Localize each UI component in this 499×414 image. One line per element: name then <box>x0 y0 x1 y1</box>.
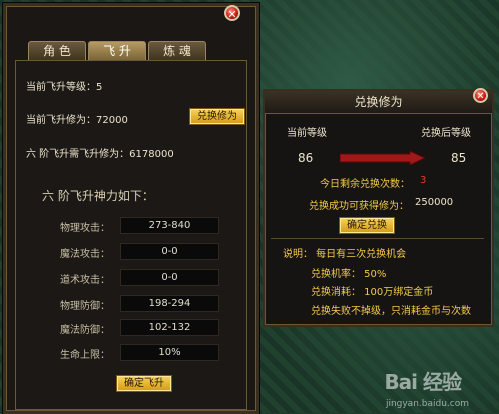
note-line: 兑换机率： 50% <box>311 269 387 280</box>
watermark-url: jingyan.baidu.com <box>385 399 469 409</box>
ascension-content: 当前飞升等级：5 当前飞升修为：72000 兑换修为 六 阶飞升需飞升修为：61… <box>15 60 247 410</box>
six-stage-requirement-text: 六 阶飞升需飞升修为：6178000 <box>26 149 174 160</box>
exchange-power-button[interactable]: 兑换修为 <box>189 108 245 125</box>
dialog-title: 兑换修为 <box>265 91 492 114</box>
arrow-right-icon <box>340 151 425 165</box>
dialog-close-icon[interactable]: ✕ <box>473 88 488 103</box>
current-level-label: 当前等级 <box>287 128 327 139</box>
stat-value: 198-294 <box>120 295 219 312</box>
gain-label: 兑换成功可获得修为： <box>309 201 409 212</box>
tab-character[interactable]: 角 色 <box>28 41 86 61</box>
remaining-label: 今日剩余兑换次数： <box>320 179 410 190</box>
exchange-dialog: 兑换修为 ✕ 当前等级 兑换后等级 86 85 今日剩余兑换次数： 3 兑换成功… <box>263 88 494 327</box>
note-line: 兑换失败不掉级，只消耗金币与次数 <box>311 306 471 317</box>
tab-bar: 角 色 飞 升 炼 魂 <box>28 41 206 61</box>
stat-label: 生命上限： <box>60 350 110 361</box>
confirm-exchange-button[interactable]: 确定兑换 <box>339 217 395 234</box>
note-line: 兑换消耗： 100万绑定金币 <box>311 287 434 298</box>
divider <box>271 238 484 239</box>
stat-label: 物理防御： <box>60 301 110 312</box>
after-level-label: 兑换后等级 <box>421 128 471 139</box>
current-power-text: 当前飞升修为：72000 <box>26 115 128 126</box>
tab-soul-refine[interactable]: 炼 魂 <box>148 41 206 61</box>
stat-label: 道术攻击： <box>60 275 110 286</box>
note-line: 说明： 每日有三次兑换机会 <box>283 249 407 260</box>
current-level-value: 86 <box>298 151 314 165</box>
confirm-ascension-button[interactable]: 确定飞升 <box>116 375 172 392</box>
stat-value: 0-0 <box>120 269 219 286</box>
stat-value: 10% <box>120 344 219 361</box>
stat-value: 0-0 <box>120 243 219 260</box>
tab-ascension[interactable]: 飞 升 <box>88 41 146 61</box>
six-stage-heading: 六 阶飞升神力如下： <box>42 189 154 203</box>
close-icon[interactable]: ✕ <box>224 5 240 21</box>
gain-value: 250000 <box>415 197 454 208</box>
ascension-panel: ✕ 角 色 飞 升 炼 魂 当前飞升等级：5 当前飞升修为：72000 兑换修为… <box>3 3 259 414</box>
remaining-count: 3 <box>420 175 427 186</box>
after-level-value: 85 <box>451 151 467 165</box>
stat-label: 魔法攻击： <box>60 249 110 260</box>
stat-label: 魔法防御： <box>60 325 110 336</box>
current-level-text: 当前飞升等级：5 <box>26 82 103 93</box>
baidu-logo: Bai 经验 <box>384 370 462 394</box>
stat-value: 102-132 <box>120 319 219 336</box>
stat-value: 273-840 <box>120 217 219 234</box>
stat-label: 物理攻击： <box>60 223 110 234</box>
